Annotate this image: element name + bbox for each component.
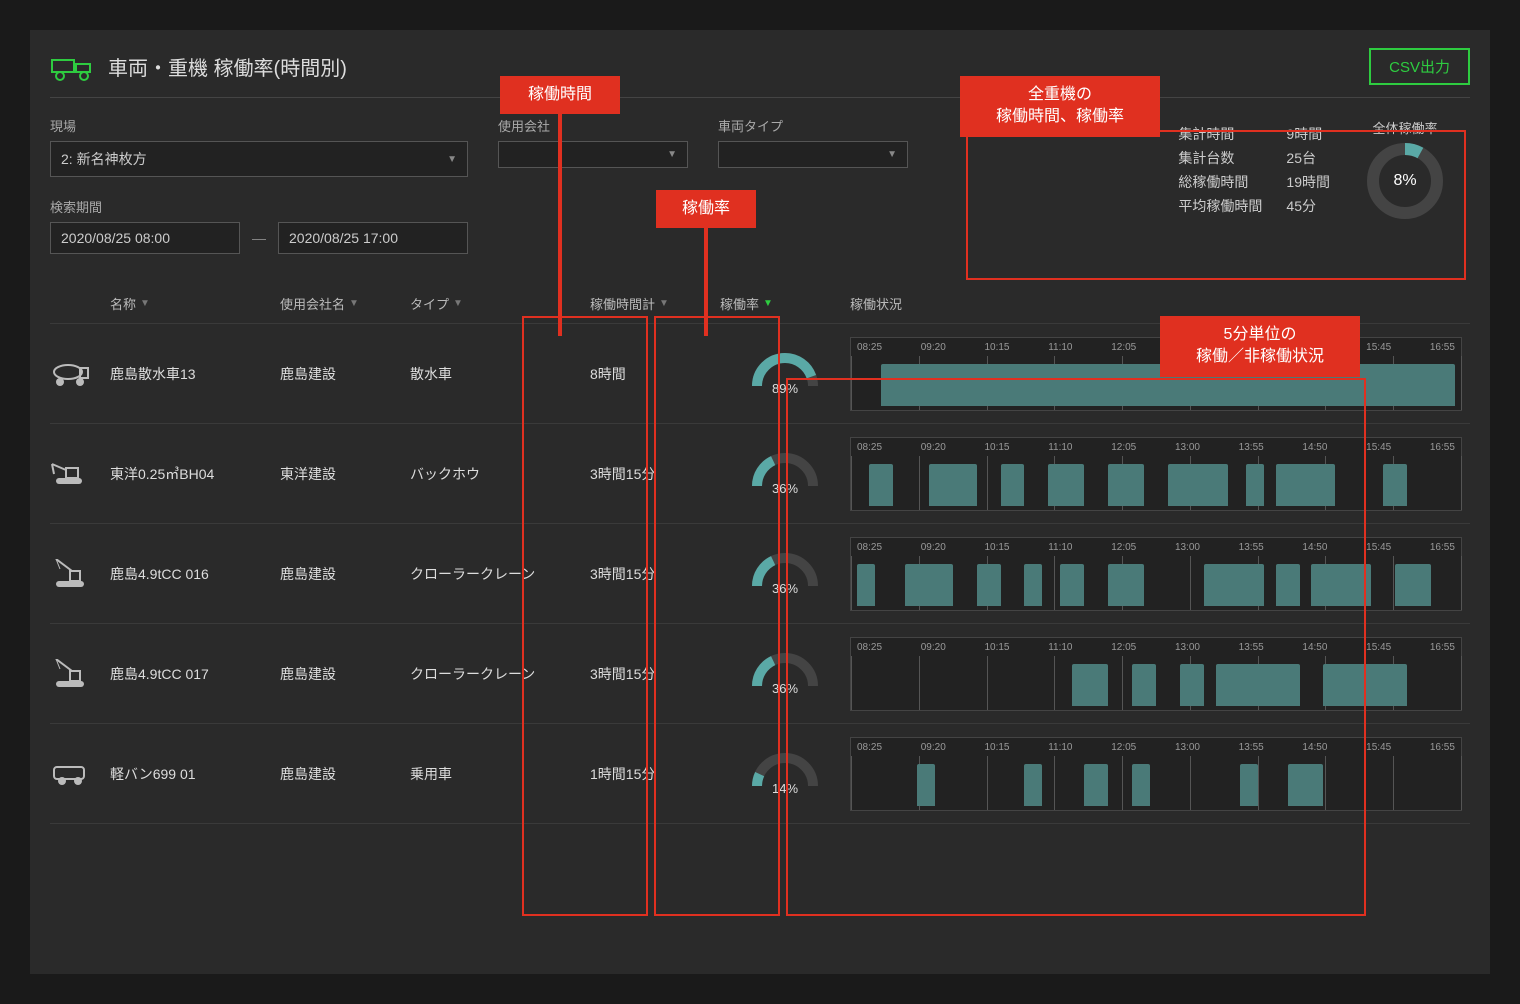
col-rate[interactable]: 稼働率▼ <box>720 294 850 313</box>
row-runtime: 3時間15分 <box>590 664 720 684</box>
row-rate-gauge: 36% <box>720 651 850 696</box>
table-row: 鹿島4.9tCC 017 鹿島建設 クローラークレーン 3時間15分 36% 0… <box>50 624 1470 724</box>
period-label: 検索期間 <box>50 197 468 216</box>
company-label: 使用会社 <box>498 116 688 135</box>
row-name: 鹿島4.9tCC 017 <box>110 664 280 684</box>
row-name: 鹿島散水車13 <box>110 364 280 384</box>
row-company: 鹿島建設 <box>280 564 410 584</box>
col-company[interactable]: 使用会社名▼ <box>280 294 410 313</box>
type-select[interactable]: ▼ <box>718 141 908 168</box>
row-type: バックホウ <box>410 464 590 484</box>
summary-value: 19時間 <box>1286 172 1330 192</box>
activity-timeline: 08:2509:2010:1511:1012:0513:0013:5514:50… <box>850 637 1462 711</box>
summary-panel: 集計時間 9時間集計台数 25台総稼働時間 19時間平均稼働時間 45分 全体稼働率 8… <box>1158 108 1470 231</box>
summary-value: 25台 <box>1286 148 1330 168</box>
site-label: 現場 <box>50 116 468 135</box>
row-type: クローラークレーン <box>410 564 590 584</box>
summary-key: 集計台数 <box>1178 148 1262 168</box>
filter-bar: 現場 2: 新名神枚方 ▼ 検索期間 2020/08/25 08:00 — 20… <box>50 98 1470 264</box>
dump-truck-icon <box>50 52 94 82</box>
chevron-down-icon: ▼ <box>667 149 677 160</box>
overall-rate-label: 全体稼働率 <box>1360 118 1450 137</box>
callout-rate: 稼働率 <box>656 190 756 228</box>
period-to-input[interactable]: 2020/08/25 17:00 <box>278 222 468 254</box>
row-runtime: 3時間15分 <box>590 564 720 584</box>
row-name: 東洋0.25㎥BH04 <box>110 464 280 484</box>
site-value: 2: 新名神枚方 <box>61 149 147 169</box>
row-type: 散水車 <box>410 364 590 384</box>
page-title: 車両・重機 稼働率(時間別) <box>108 52 347 81</box>
row-company: 鹿島建設 <box>280 664 410 684</box>
row-rate-gauge: 36% <box>720 451 850 496</box>
activity-timeline: 08:2509:2010:1511:1012:0513:0013:5514:50… <box>850 437 1462 511</box>
range-dash: — <box>252 230 266 246</box>
overall-rate-donut: 8% <box>1365 141 1445 221</box>
col-activity: 稼働状況 <box>850 294 1470 313</box>
crane-icon <box>50 659 110 689</box>
col-runtime[interactable]: 稼働時間計▼ <box>590 294 720 313</box>
callout-runtime: 稼働時間 <box>500 76 620 114</box>
activity-timeline: 08:2509:2010:1511:1012:0513:0013:5514:50… <box>850 737 1462 811</box>
table-row: 軽バン699 01 鹿島建設 乗用車 1時間15分 14% 08:2509:20… <box>50 724 1470 824</box>
row-rate-gauge: 36% <box>720 551 850 596</box>
row-company: 東洋建設 <box>280 464 410 484</box>
header: 車両・重機 稼働率(時間別) CSV出力 <box>50 40 1470 98</box>
activity-timeline: 08:2509:2010:1511:1012:0513:0013:5514:50… <box>850 537 1462 611</box>
callout-activity: 5分単位の 稼働／非稼働状況 <box>1160 316 1360 377</box>
row-company: 鹿島建設 <box>280 364 410 384</box>
callout-summary: 全重機の 稼働時間、稼働率 <box>960 76 1160 137</box>
overall-rate-value: 8% <box>1365 141 1445 221</box>
row-runtime: 3時間15分 <box>590 464 720 484</box>
excavator-icon <box>50 460 110 488</box>
summary-key: 総稼働時間 <box>1178 172 1262 192</box>
row-type: 乗用車 <box>410 764 590 784</box>
row-runtime: 8時間 <box>590 364 720 384</box>
activity-timeline: 08:2509:2010:1511:1012:0513:0013:5514:50… <box>850 337 1462 411</box>
summary-key: 集計時間 <box>1178 124 1262 144</box>
row-runtime: 1時間15分 <box>590 764 720 784</box>
site-select[interactable]: 2: 新名神枚方 ▼ <box>50 141 468 177</box>
company-select[interactable]: ▼ <box>498 141 688 168</box>
table-row: 鹿島4.9tCC 016 鹿島建設 クローラークレーン 3時間15分 36% 0… <box>50 524 1470 624</box>
summary-value: 9時間 <box>1286 124 1330 144</box>
chevron-down-icon: ▼ <box>447 154 457 165</box>
row-rate-gauge: 14% <box>720 751 850 796</box>
period-from-input[interactable]: 2020/08/25 08:00 <box>50 222 240 254</box>
row-name: 鹿島4.9tCC 016 <box>110 564 280 584</box>
col-type[interactable]: タイプ▼ <box>410 294 590 313</box>
summary-key: 平均稼働時間 <box>1178 196 1262 216</box>
row-company: 鹿島建設 <box>280 764 410 784</box>
crane-icon <box>50 559 110 589</box>
tanker-icon <box>50 360 110 388</box>
row-rate-gauge: 89% <box>720 351 850 396</box>
table-row: 東洋0.25㎥BH04 東洋建設 バックホウ 3時間15分 36% 08:250… <box>50 424 1470 524</box>
row-name: 軽バン699 01 <box>110 764 280 784</box>
van-icon <box>50 761 110 787</box>
type-label: 車両タイプ <box>718 116 908 135</box>
chevron-down-icon: ▼ <box>887 149 897 160</box>
row-type: クローラークレーン <box>410 664 590 684</box>
csv-export-button[interactable]: CSV出力 <box>1369 48 1470 85</box>
summary-value: 45分 <box>1286 196 1330 216</box>
col-name[interactable]: 名称▼ <box>110 294 280 313</box>
